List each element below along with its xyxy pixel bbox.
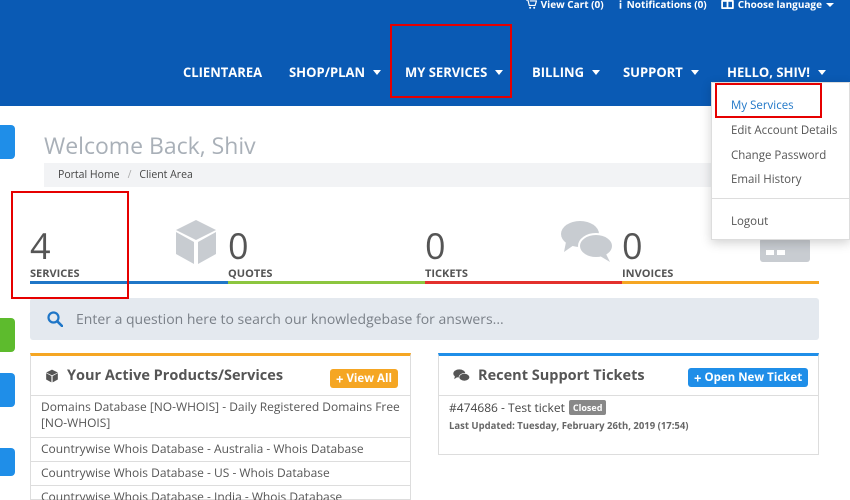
nav-clientarea-label: CLIENTAREA: [183, 63, 263, 81]
status-badge: Closed: [568, 400, 607, 415]
plus-icon: +: [694, 368, 702, 387]
page-title: Welcome Back, Shiv: [44, 129, 256, 161]
chevron-down-icon: [592, 69, 601, 75]
ticket-list-item[interactable]: #474686 - Test ticket Closed Last Update…: [449, 399, 689, 432]
comments-icon: [561, 221, 614, 262]
breadcrumb-portal-home[interactable]: Portal Home: [58, 168, 120, 182]
chevron-down-icon: [826, 2, 834, 7]
nav-support[interactable]: SUPPORT: [623, 63, 699, 81]
stat-tickets-count: 0: [425, 221, 446, 270]
nav-billing[interactable]: BILLING: [532, 63, 601, 81]
stat-quotes-bar: [228, 281, 425, 284]
menu-item-logout[interactable]: Logout: [731, 214, 768, 229]
view-cart-link[interactable]: View Cart (0): [525, 0, 604, 11]
view-cart-label: View Cart (0): [540, 0, 604, 11]
support-tickets-panel: Recent Support Tickets + Open New Ticket…: [438, 353, 819, 455]
breadcrumb-client-area: Client Area: [139, 168, 193, 182]
stat-services-count: 4: [30, 221, 51, 270]
nav-my-services-label: MY SERVICES: [405, 63, 488, 81]
stat-invoices-count: 0: [622, 221, 643, 270]
stat-quotes-count: 0: [228, 221, 249, 270]
breadcrumb: Portal Home / Client Area: [44, 163, 724, 187]
notifications-label: Notifications (0): [626, 0, 707, 11]
menu-divider: [712, 198, 850, 199]
product-name: Countrywise Whois Database - India - Who…: [41, 488, 343, 500]
stat-quotes-label: QUOTES: [228, 266, 273, 281]
nav-support-label: SUPPORT: [623, 63, 683, 81]
stat-services-bar: [30, 281, 228, 284]
ticket-title-row: #474686 - Test ticket Closed: [449, 399, 689, 416]
product-list-item[interactable]: Countrywise Whois Database - Australia -…: [31, 437, 410, 461]
view-all-label: View All: [346, 371, 392, 386]
breadcrumb-separator: /: [127, 168, 132, 182]
chevron-down-icon: [690, 69, 699, 75]
chevron-down-icon: [817, 69, 826, 75]
search-input[interactable]: [76, 309, 796, 329]
nav-user-menu[interactable]: HELLO, SHIV!: [727, 63, 826, 81]
side-tab-blue-1[interactable]: [0, 125, 15, 159]
product-list-item[interactable]: Countrywise Whois Database - India - Who…: [31, 485, 410, 500]
product-name: Domains Database [NO-WHOIS] - Daily Regi…: [41, 398, 400, 431]
credit-card-icon: [760, 238, 810, 262]
stat-services-label: SERVICES: [30, 266, 80, 281]
search-icon[interactable]: [47, 311, 63, 327]
nav-clientarea[interactable]: CLIENTAREA: [183, 63, 262, 81]
knowledgebase-search: [30, 298, 819, 340]
choose-language-label: Choose language: [737, 0, 822, 11]
product-list-item[interactable]: Countrywise Whois Database - US - Whois …: [31, 461, 410, 485]
nav-shop-plan[interactable]: SHOP/PLAN: [289, 63, 382, 81]
side-tab-green[interactable]: [0, 318, 15, 352]
menu-item-my-services[interactable]: My Services: [731, 98, 794, 113]
cube-icon: [46, 369, 58, 382]
notifications-link[interactable]: Notifications (0): [618, 0, 707, 9]
cube-icon: [176, 220, 216, 264]
stat-tickets-bar: [425, 281, 622, 284]
nav-my-services[interactable]: MY SERVICES: [405, 63, 504, 81]
stat-invoices-label: INVOICES: [622, 266, 674, 281]
stat-tickets-label: TICKETS: [425, 266, 468, 281]
support-tickets-title: Recent Support Tickets: [478, 366, 645, 385]
active-products-title: Your Active Products/Services: [67, 366, 284, 385]
nav-user-label: HELLO, SHIV!: [727, 63, 810, 81]
product-list-item[interactable]: Domains Database [NO-WHOIS] - Daily Regi…: [31, 396, 410, 434]
view-all-button[interactable]: + View All: [330, 369, 398, 388]
cart-icon: [525, 0, 537, 9]
top-links: View Cart (0) Notifications (0) Choose l…: [525, 0, 834, 11]
plus-icon: +: [336, 369, 344, 388]
menu-item-change-password[interactable]: Change Password: [731, 148, 826, 163]
stat-quotes[interactable]: 0 QUOTES: [176, 218, 425, 284]
info-icon: [619, 0, 621, 9]
open-new-ticket-button[interactable]: + Open New Ticket: [688, 368, 809, 387]
menu-item-edit-account[interactable]: Edit Account Details: [731, 123, 837, 138]
chevron-down-icon: [373, 69, 382, 75]
product-name: Countrywise Whois Database - Australia -…: [41, 440, 364, 457]
product-name: Countrywise Whois Database - US - Whois …: [41, 464, 330, 481]
chevron-down-icon: [495, 69, 504, 75]
side-tab-blue-2[interactable]: [0, 373, 15, 407]
active-products-panel: Your Active Products/Services + View All…: [30, 353, 411, 500]
nav-shop-plan-label: SHOP/PLAN: [289, 63, 366, 81]
user-dropdown-menu: My Services Edit Account Details Change …: [711, 82, 850, 240]
open-new-ticket-label: Open New Ticket: [704, 370, 803, 385]
top-utility-bar: View Cart (0) Notifications (0) Choose l…: [0, 0, 850, 17]
nav-billing-label: BILLING: [532, 63, 585, 81]
stat-invoices-bar: [622, 281, 819, 284]
ticket-last-updated: Last Updated: Tuesday, February 26th, 20…: [449, 419, 689, 432]
choose-language-link[interactable]: Choose language: [720, 0, 834, 11]
comments-icon: [453, 368, 470, 381]
language-icon: [720, 0, 734, 9]
menu-item-email-history[interactable]: Email History: [731, 172, 802, 187]
ticket-title: #474686 - Test ticket: [449, 399, 565, 416]
side-tab-blue-3[interactable]: [0, 448, 15, 476]
